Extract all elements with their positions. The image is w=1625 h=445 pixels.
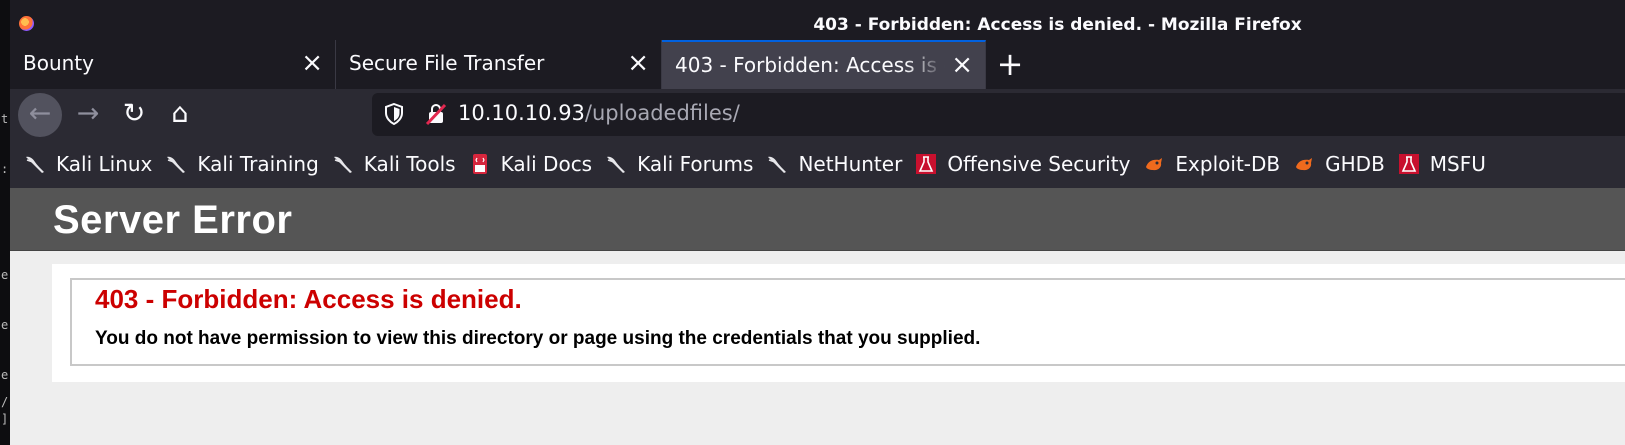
bookmark-exploit-db[interactable]: Exploit-DB — [1143, 152, 1280, 176]
kali-dragon-icon — [167, 156, 186, 173]
bookmark-nethunter[interactable]: NetHunter — [766, 152, 902, 176]
tab-secure-file-transfer[interactable]: Secure File Transfer × — [336, 40, 662, 89]
back-button[interactable]: ← — [18, 93, 62, 137]
bookmark-ghdb[interactable]: GHDB — [1293, 152, 1385, 176]
terminal-char: t — [1, 112, 9, 126]
close-icon[interactable]: × — [301, 49, 323, 77]
window-title: 403 - Forbidden: Access is denied. - Moz… — [813, 15, 1302, 35]
terminal-char: e — [1, 318, 9, 332]
url-text[interactable]: 10.10.10.93/uploadedfiles/ — [458, 101, 740, 125]
kali-dragon-icon — [768, 156, 787, 173]
bookmark-label: Offensive Security — [947, 152, 1131, 176]
bookmark-kali-training[interactable]: Kali Training — [165, 152, 319, 176]
exploitdb-icon — [1296, 158, 1313, 171]
close-icon[interactable]: × — [627, 49, 649, 77]
kali-dragon-icon — [333, 156, 352, 173]
title-bar[interactable]: 403 - Forbidden: Access is denied. - Moz… — [10, 0, 1625, 40]
kali-dragon-icon — [26, 156, 44, 173]
bookmark-kali-linux[interactable]: Kali Linux — [24, 152, 152, 176]
url-bar[interactable]: 10.10.10.93/uploadedfiles/ — [372, 93, 1625, 136]
home-button[interactable]: ⌂ — [158, 93, 202, 137]
terminal-char: : — [1, 162, 9, 176]
tracking-shield-icon[interactable] — [384, 103, 404, 125]
tab-label: 403 - Forbidden: Access is denied. — [675, 53, 945, 77]
forward-button[interactable]: → — [66, 93, 110, 137]
page-title: Server Error — [53, 198, 293, 242]
bookmarks-toolbar: Kali Linux Kali Training Kali Tools Kali… — [10, 140, 1625, 188]
bookmark-label: Kali Training — [197, 152, 319, 176]
tab-label: Bounty — [23, 51, 94, 75]
url-path: /uploadedfiles/ — [584, 101, 740, 125]
close-icon[interactable]: × — [951, 51, 973, 79]
bookmark-label: Kali Docs — [500, 152, 593, 176]
error-title: 403 - Forbidden: Access is denied. — [95, 284, 522, 314]
error-content-box: 403 - Forbidden: Access is denied. You d… — [52, 264, 1625, 382]
error-message: You do not have permission to view this … — [95, 328, 981, 349]
tab-strip: Bounty × Secure File Transfer × 403 - Fo… — [10, 40, 1625, 89]
tab-label: Secure File Transfer — [349, 51, 545, 75]
reload-button[interactable]: ↻ — [112, 93, 156, 137]
tab-bounty[interactable]: Bounty × — [10, 40, 336, 89]
firefox-window: 403 - Forbidden: Access is denied. - Moz… — [10, 0, 1625, 445]
bookmark-label: GHDB — [1325, 152, 1385, 176]
offsec-icon — [916, 154, 937, 174]
bookmark-kali-tools[interactable]: Kali Tools — [332, 152, 456, 176]
page-content: Server Error 403 - Forbidden: Access is … — [10, 188, 1625, 445]
bookmark-label: Kali Tools — [363, 152, 456, 176]
background-terminal-strip: t : e e e / ] — [0, 0, 10, 445]
terminal-char: e — [1, 268, 9, 282]
bookmark-kali-forums[interactable]: Kali Forums — [605, 152, 753, 176]
terminal-char: / — [1, 395, 9, 409]
exploitdb-icon — [1146, 158, 1163, 171]
terminal-char: ] — [1, 412, 9, 426]
terminal-char: e — [1, 368, 9, 382]
new-tab-button[interactable]: + — [990, 45, 1030, 85]
offsec-icon — [1398, 154, 1419, 174]
bookmark-label: Kali Linux — [56, 152, 153, 176]
bookmark-kali-docs[interactable]: Kali Docs — [469, 152, 593, 176]
bookmark-label: Exploit-DB — [1175, 152, 1281, 176]
kali-dragon-icon — [607, 156, 626, 173]
bookmark-label: MSFU — [1429, 152, 1486, 176]
navigation-toolbar: ← → ↻ ⌂ 10.10.10.93/uploadedfiles/ — [10, 89, 1625, 140]
tab-403-forbidden[interactable]: 403 - Forbidden: Access is denied. × — [662, 40, 986, 89]
kali-docs-icon — [472, 154, 487, 174]
error-fieldset: 403 - Forbidden: Access is denied. You d… — [70, 278, 1625, 366]
bookmark-label: Kali Forums — [637, 152, 754, 176]
bookmark-msfu[interactable]: MSFU — [1398, 152, 1486, 176]
insecure-lock-icon[interactable] — [424, 102, 448, 126]
bookmark-label: NetHunter — [798, 152, 903, 176]
bookmark-offensive-security[interactable]: Offensive Security — [915, 152, 1130, 176]
url-host: 10.10.10.93 — [458, 101, 585, 125]
server-error-header: Server Error — [10, 188, 1625, 251]
